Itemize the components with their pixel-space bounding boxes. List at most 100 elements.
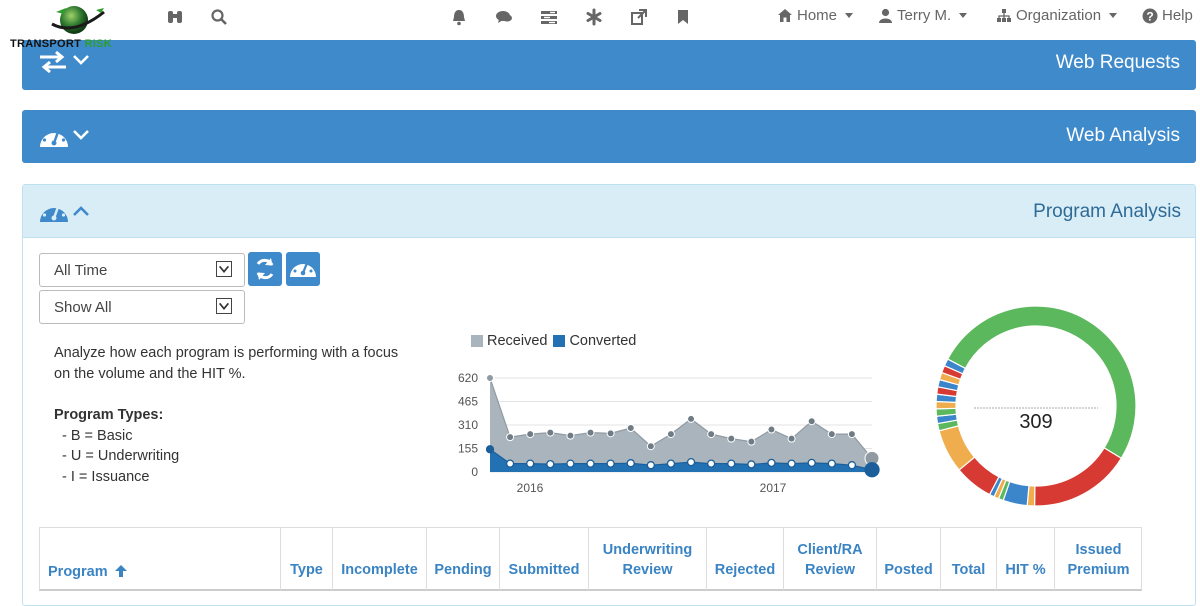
- nav-user[interactable]: Terry M.: [878, 7, 968, 24]
- converted-point[interactable]: [505, 459, 515, 468]
- hit-donut-chart: 309: [935, 305, 1137, 507]
- donut-segment[interactable]: [946, 305, 1137, 460]
- received-point[interactable]: [687, 414, 696, 423]
- column-underwriting-review[interactable]: Underwriting Review: [588, 528, 706, 590]
- column-incomplete-label: Incomplete: [341, 562, 418, 578]
- donut-segment[interactable]: [1033, 447, 1123, 507]
- column-posted[interactable]: Posted: [876, 528, 940, 590]
- received-point[interactable]: [626, 424, 635, 433]
- received-point[interactable]: [847, 430, 856, 439]
- search-icon[interactable]: [210, 8, 228, 26]
- converted-point[interactable]: [787, 459, 796, 468]
- converted-point[interactable]: [827, 459, 836, 468]
- received-point[interactable]: [526, 430, 535, 439]
- column-incomplete[interactable]: Incomplete: [332, 528, 426, 590]
- column-program[interactable]: Program: [40, 528, 280, 590]
- column-issued-premium[interactable]: Issued Premium: [1054, 528, 1142, 590]
- column-submitted[interactable]: Submitted: [499, 528, 588, 590]
- received-point[interactable]: [666, 430, 675, 439]
- received-point[interactable]: [606, 429, 615, 438]
- converted-point[interactable]: [586, 459, 595, 468]
- converted-point[interactable]: [566, 459, 575, 468]
- y-tick-label: 620: [458, 371, 478, 385]
- column-issued-label-line2: Premium: [1067, 562, 1130, 578]
- sort-up-icon: [114, 565, 127, 577]
- legend-label-converted[interactable]: Converted: [569, 333, 636, 349]
- program-types-heading: Program Types:: [54, 407, 164, 423]
- column-pending[interactable]: Pending: [426, 528, 499, 590]
- column-posted-label: Posted: [884, 562, 933, 578]
- panel-title-web-requests: Web Requests: [1055, 52, 1180, 73]
- received-point[interactable]: [747, 437, 756, 446]
- nav-home[interactable]: Home: [777, 7, 854, 24]
- bell-icon[interactable]: [450, 8, 468, 26]
- column-hit-percent[interactable]: HIT %: [996, 528, 1054, 590]
- chevron-up-icon: [73, 206, 89, 216]
- received-point[interactable]: [727, 434, 736, 443]
- nav-help[interactable]: ? Help: [1142, 7, 1193, 24]
- column-client-ra-review[interactable]: Client/RA Review: [783, 528, 876, 590]
- external-link-icon[interactable]: [630, 8, 648, 26]
- bookmark-icon[interactable]: [674, 8, 692, 26]
- received-point[interactable]: [827, 430, 836, 439]
- dashboard-button[interactable]: [286, 252, 320, 286]
- program-table-header: Program Type Incomplete Pending Submitte…: [39, 527, 1142, 591]
- column-submitted-label: Submitted: [508, 562, 580, 578]
- converted-point[interactable]: [666, 459, 676, 468]
- received-point[interactable]: [767, 425, 776, 434]
- converted-point[interactable]: [546, 459, 555, 469]
- time-range-select[interactable]: All Time: [39, 253, 245, 287]
- column-program-label: Program: [48, 564, 108, 580]
- converted-point[interactable]: [807, 458, 816, 468]
- received-point[interactable]: [506, 433, 515, 442]
- received-point[interactable]: [586, 428, 595, 437]
- column-underwriting-label-line1: Underwriting: [602, 542, 693, 558]
- y-tick-label: 155: [458, 442, 478, 456]
- received-point[interactable]: [486, 374, 494, 382]
- y-tick-label: 0: [471, 465, 478, 479]
- program-analysis-header[interactable]: Program Analysis: [23, 185, 1195, 238]
- converted-point[interactable]: [606, 459, 615, 468]
- donut-segment[interactable]: [935, 407, 958, 417]
- converted-point[interactable]: [707, 459, 716, 468]
- nav-organization-label: Organization: [1016, 7, 1102, 24]
- user-icon: [879, 8, 892, 23]
- converted-point[interactable]: [526, 459, 535, 468]
- received-point[interactable]: [787, 434, 796, 443]
- refresh-button[interactable]: [248, 252, 282, 286]
- column-type[interactable]: Type: [280, 528, 332, 590]
- nav-organization[interactable]: Organization: [996, 7, 1118, 24]
- web-analysis-panel[interactable]: Web Analysis: [22, 110, 1196, 163]
- legend-label-received[interactable]: Received: [487, 333, 547, 349]
- converted-point[interactable]: [686, 457, 696, 467]
- dashboard-icon: [40, 202, 89, 222]
- converted-point[interactable]: [767, 458, 776, 468]
- web-requests-panel[interactable]: Web Requests: [22, 40, 1196, 90]
- column-total[interactable]: Total: [940, 528, 996, 590]
- comments-icon[interactable]: [495, 8, 513, 26]
- converted-point[interactable]: [646, 461, 655, 470]
- binoculars-icon[interactable]: [166, 8, 184, 26]
- converted-point[interactable]: [864, 462, 880, 478]
- svg-text:?: ?: [1146, 9, 1153, 23]
- asterisk-icon[interactable]: [585, 8, 603, 26]
- converted-point[interactable]: [626, 459, 635, 468]
- received-point[interactable]: [566, 431, 575, 440]
- dashboard-icon: [40, 127, 89, 147]
- show-filter-select[interactable]: Show All: [39, 290, 245, 324]
- converted-point[interactable]: [747, 460, 756, 469]
- received-point[interactable]: [646, 442, 655, 451]
- volume-area-chart: 0 155 310 465 620 2016 2017: [458, 371, 880, 495]
- converted-point[interactable]: [727, 459, 736, 468]
- column-issued-label-line1: Issued: [1075, 542, 1122, 558]
- received-point[interactable]: [546, 428, 555, 437]
- converted-point[interactable]: [485, 445, 495, 454]
- received-point[interactable]: [807, 417, 816, 426]
- received-point[interactable]: [707, 430, 716, 439]
- converted-point[interactable]: [847, 461, 857, 470]
- column-rejected[interactable]: Rejected: [706, 528, 783, 590]
- tasks-icon[interactable]: [540, 8, 558, 26]
- transport-risk-logo[interactable]: TRANSPORT RISK: [4, 2, 140, 50]
- top-navbar: TRANSPORT RISK Home Terry M. Organizatio…: [0, 0, 1200, 50]
- nav-help-label: Help: [1162, 7, 1193, 24]
